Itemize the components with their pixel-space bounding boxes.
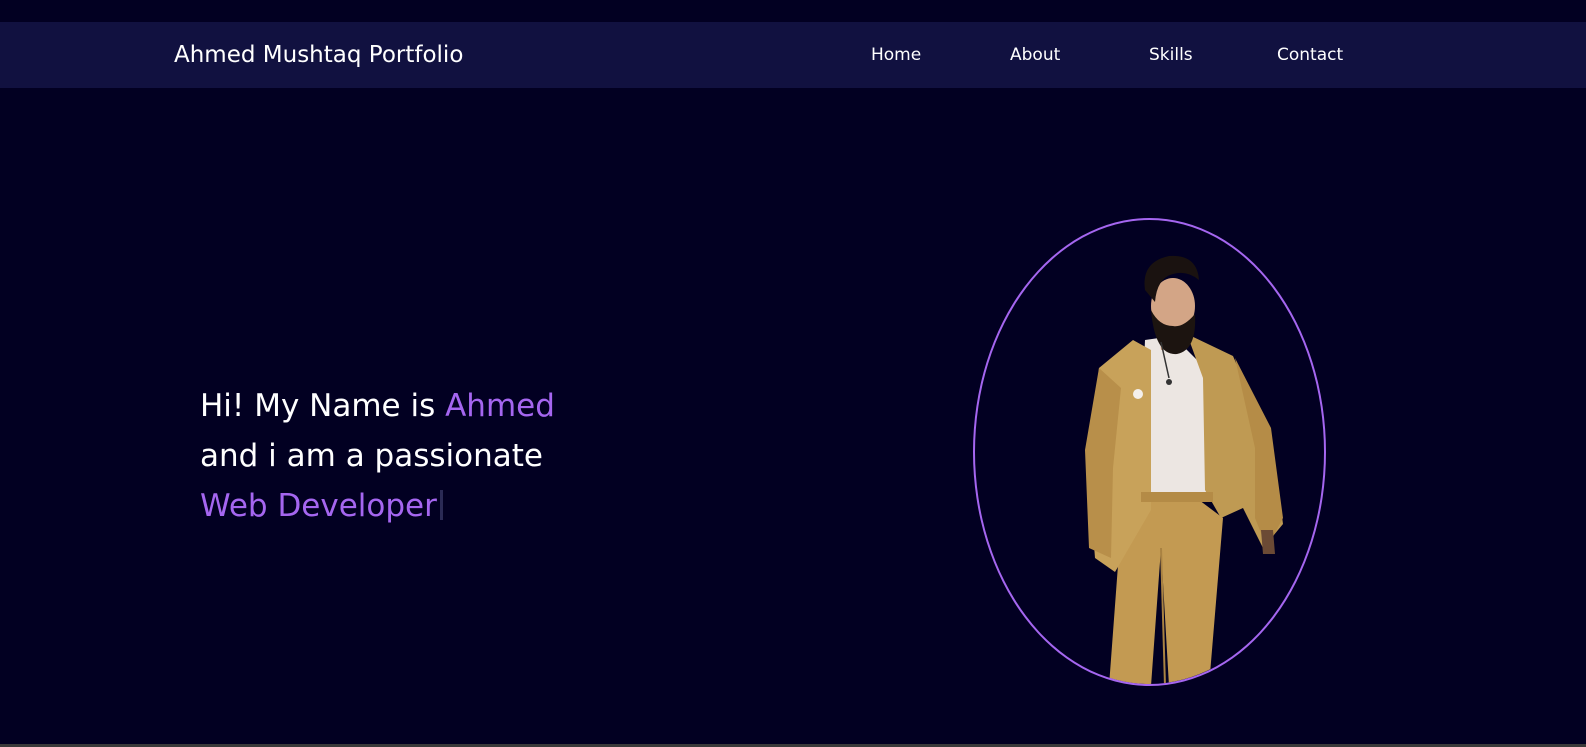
hero-line-3: Web Developer bbox=[200, 481, 760, 531]
nav-link-skills[interactable]: Skills bbox=[1149, 43, 1193, 67]
brand-title[interactable]: Ahmed Mushtaq Portfolio bbox=[174, 39, 463, 71]
nav-link-home[interactable]: Home bbox=[871, 43, 921, 67]
portrait-ring bbox=[973, 218, 1326, 686]
hero-line-1: Hi! My Name is Ahmed bbox=[200, 381, 760, 431]
hero-name: Ahmed bbox=[445, 388, 555, 424]
hero-role: Web Developer bbox=[200, 488, 437, 524]
portrait bbox=[973, 218, 1326, 686]
nav-link-about[interactable]: About bbox=[1010, 43, 1060, 67]
top-strip bbox=[0, 0, 1586, 22]
page: Ahmed Mushtaq Portfolio Home About Skill… bbox=[0, 0, 1586, 747]
nav-link-contact[interactable]: Contact bbox=[1277, 43, 1343, 67]
hero-greeting: Hi! My Name is bbox=[200, 388, 446, 424]
hero-intro: Hi! My Name is Ahmed and i am a passiona… bbox=[200, 381, 760, 531]
hero-line-2: and i am a passionate bbox=[200, 438, 543, 474]
typing-cursor bbox=[439, 490, 443, 520]
